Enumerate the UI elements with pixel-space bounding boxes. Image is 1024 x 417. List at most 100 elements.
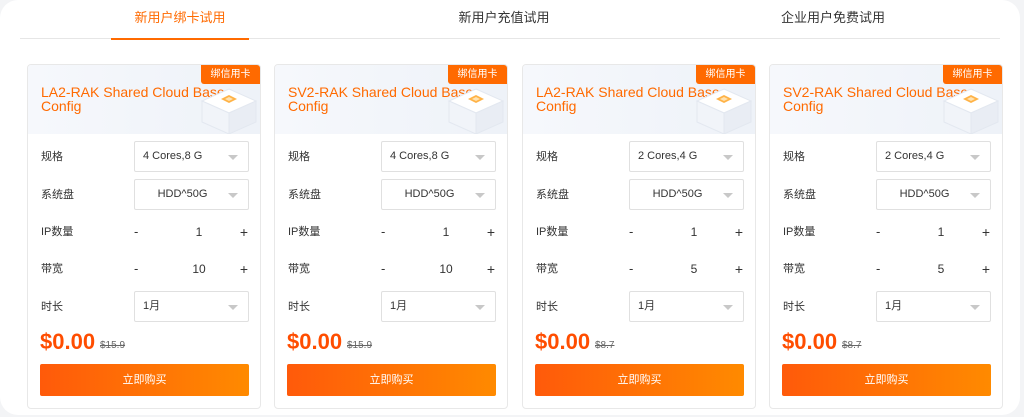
bandwidth-increment-button[interactable]: + — [978, 253, 994, 285]
duration-label: 时长 — [288, 301, 310, 313]
disk-label: 系统盘 — [536, 189, 569, 201]
card-header: LA2-RAK Shared Cloud Base Config 绑信用卡 — [28, 65, 260, 135]
bandwidth-value[interactable]: 5 — [669, 253, 719, 285]
bandwidth-decrement-button[interactable]: - — [381, 253, 401, 285]
disk-value: HDD^50G — [404, 188, 455, 200]
spec-select[interactable]: 2 Cores,4 G — [629, 141, 744, 172]
product-card: LA2-RAK Shared Cloud Base Config 绑信用卡规格 2 … — [522, 64, 756, 409]
bandwidth-row: 带宽 -5 + — [536, 253, 744, 285]
disk-select[interactable]: HDD^50G — [134, 179, 249, 210]
credit-card-badge: 绑信用卡 — [201, 65, 260, 84]
spec-label: 规格 — [783, 151, 805, 163]
ip-decrement-button[interactable]: - — [876, 216, 896, 248]
spec-label: 规格 — [536, 151, 558, 163]
disk-label: 系统盘 — [41, 189, 74, 201]
disk-value: HDD^50G — [157, 188, 208, 200]
ip-label: IP数量 — [783, 226, 816, 238]
price: $0.00 — [40, 329, 96, 354]
disk-select[interactable]: HDD^50G — [381, 179, 496, 210]
duration-value: 1月 — [638, 300, 656, 312]
ip-decrement-button[interactable]: - — [381, 216, 401, 248]
tab-new-user-card[interactable]: 新用户绑卡试用 — [111, 0, 249, 40]
bandwidth-value[interactable]: 5 — [916, 253, 966, 285]
spec-value: 2 Cores,4 G — [885, 150, 945, 162]
chevron-down-icon — [228, 305, 238, 310]
disk-row: 系统盘 HDD^50G — [783, 179, 991, 211]
bandwidth-increment-button[interactable]: + — [483, 253, 499, 285]
ip-quantity[interactable]: 1 — [421, 216, 471, 248]
disk-select[interactable]: HDD^50G — [629, 179, 744, 210]
chevron-down-icon — [970, 305, 980, 310]
product-card: SV2-RAK Shared Cloud Base Config 绑信用卡规格 2 … — [769, 64, 1003, 409]
buy-now-button[interactable]: 立即购买 — [782, 364, 991, 396]
spec-value: 4 Cores,8 G — [143, 150, 203, 162]
buy-now-button[interactable]: 立即购买 — [535, 364, 744, 396]
chevron-down-icon — [228, 193, 238, 198]
chevron-down-icon — [228, 155, 238, 160]
ip-quantity[interactable]: 1 — [669, 216, 719, 248]
original-price: $15.9 — [347, 340, 373, 351]
card-header: SV2-RAK Shared Cloud Base Config 绑信用卡 — [770, 65, 1002, 135]
ip-increment-button[interactable]: + — [483, 216, 499, 248]
bandwidth-decrement-button[interactable]: - — [134, 253, 154, 285]
bandwidth-row: 带宽 -5 + — [783, 253, 991, 285]
spec-value: 2 Cores,4 G — [638, 150, 698, 162]
ip-label: IP数量 — [288, 226, 321, 238]
bandwidth-value[interactable]: 10 — [174, 253, 224, 285]
spec-select[interactable]: 4 Cores,8 G — [381, 141, 496, 172]
chevron-down-icon — [723, 305, 733, 310]
duration-select[interactable]: 1月 — [876, 291, 991, 322]
card-header: LA2-RAK Shared Cloud Base Config 绑信用卡 — [523, 65, 755, 135]
cube-illustration-icon — [200, 87, 258, 135]
ip-quantity[interactable]: 1 — [174, 216, 224, 248]
price: $0.00 — [782, 329, 838, 354]
chevron-down-icon — [475, 305, 485, 310]
spec-label: 规格 — [41, 151, 63, 163]
buy-now-button[interactable]: 立即购买 — [287, 364, 496, 396]
bandwidth-decrement-button[interactable]: - — [629, 253, 649, 285]
disk-row: 系统盘 HDD^50G — [41, 179, 249, 211]
ip-row: IP数量 -1 + — [288, 216, 496, 248]
ip-quantity[interactable]: 1 — [916, 216, 966, 248]
duration-select[interactable]: 1月 — [629, 291, 744, 322]
ip-increment-button[interactable]: + — [731, 216, 747, 248]
bandwidth-value[interactable]: 10 — [421, 253, 471, 285]
duration-value: 1月 — [390, 300, 408, 312]
bandwidth-label: 带宽 — [41, 263, 63, 275]
tab-bar: 新用户绑卡试用 新用户充值试用 企业用户免费试用 — [20, 0, 1000, 40]
bandwidth-decrement-button[interactable]: - — [876, 253, 896, 285]
bandwidth-increment-button[interactable]: + — [731, 253, 747, 285]
ip-row: IP数量 -1 + — [41, 216, 249, 248]
duration-label: 时长 — [536, 301, 558, 313]
tab-new-user-recharge[interactable]: 新用户充值试用 — [438, 0, 570, 39]
tab-enterprise-free[interactable]: 企业用户免费试用 — [762, 0, 904, 39]
original-price: $8.7 — [595, 340, 615, 351]
duration-value: 1月 — [885, 300, 903, 312]
spec-row: 规格 2 Cores,4 G — [783, 141, 991, 173]
disk-value: HDD^50G — [652, 188, 703, 200]
duration-select[interactable]: 1月 — [381, 291, 496, 322]
chevron-down-icon — [723, 155, 733, 160]
spec-select[interactable]: 4 Cores,8 G — [134, 141, 249, 172]
chevron-down-icon — [723, 193, 733, 198]
spec-select[interactable]: 2 Cores,4 G — [876, 141, 991, 172]
ip-decrement-button[interactable]: - — [629, 216, 649, 248]
bandwidth-label: 带宽 — [288, 263, 310, 275]
disk-row: 系统盘 HDD^50G — [536, 179, 744, 211]
duration-row: 时长 1月 — [783, 291, 991, 323]
bandwidth-row: 带宽 -10 + — [288, 253, 496, 285]
original-price: $15.9 — [100, 340, 126, 351]
cube-illustration-icon — [695, 87, 753, 135]
ip-increment-button[interactable]: + — [978, 216, 994, 248]
spec-row: 规格 2 Cores,4 G — [536, 141, 744, 173]
spec-value: 4 Cores,8 G — [390, 150, 450, 162]
chevron-down-icon — [970, 193, 980, 198]
ip-decrement-button[interactable]: - — [134, 216, 154, 248]
buy-now-button[interactable]: 立即购买 — [40, 364, 249, 396]
chevron-down-icon — [475, 155, 485, 160]
bandwidth-increment-button[interactable]: + — [236, 253, 252, 285]
ip-increment-button[interactable]: + — [236, 216, 252, 248]
duration-row: 时长 1月 — [288, 291, 496, 323]
duration-select[interactable]: 1月 — [134, 291, 249, 322]
disk-select[interactable]: HDD^50G — [876, 179, 991, 210]
